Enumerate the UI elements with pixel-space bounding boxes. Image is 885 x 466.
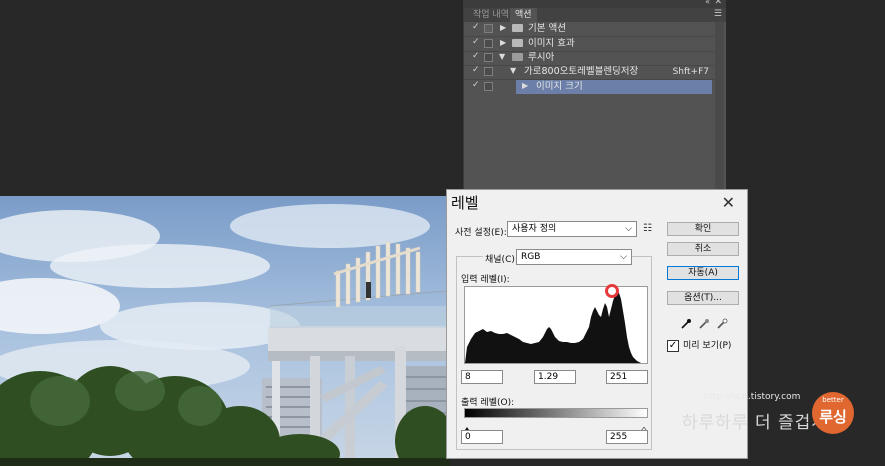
- preset-label: 사전 설정(E):: [455, 228, 507, 238]
- folder-icon: [512, 39, 523, 47]
- dialog-toggle-icon[interactable]: [484, 82, 493, 91]
- panel-top-bar: « ✕: [464, 0, 726, 8]
- preview-label: 미리 보기(P): [683, 341, 732, 351]
- chevron-down-icon: ⌵: [625, 224, 632, 234]
- auto-button[interactable]: 자동(A): [667, 266, 739, 280]
- screen: « ✕ 작업 내역 액션 ☰ ✓ ▶ 기본 액션 ✓ ▶ 이미지 효과 ✓ ▼ …: [0, 0, 885, 466]
- watermark-url: http://ucn.tistory.com: [704, 392, 801, 402]
- action-shortcut: Shft+F7: [672, 67, 709, 77]
- close-panel-icon[interactable]: ✕: [714, 0, 722, 7]
- input-black-field[interactable]: 8: [461, 370, 503, 384]
- black-eyedropper-icon[interactable]: [680, 318, 692, 330]
- check-icon[interactable]: ✓: [472, 65, 480, 75]
- collapse-triangle-icon[interactable]: ▼: [510, 66, 516, 75]
- collapse-triangle-icon[interactable]: ▼: [499, 52, 505, 61]
- selected-step-highlight[interactable]: ▶ 이미지 크기: [516, 80, 712, 94]
- check-icon[interactable]: ✓: [472, 37, 480, 47]
- tab-history[interactable]: 작업 내역: [468, 8, 514, 22]
- panel-menu-icon[interactable]: ☰: [714, 9, 722, 19]
- check-icon[interactable]: ✓: [472, 51, 480, 61]
- folder-icon: [512, 24, 523, 32]
- action-set-label: 루시아: [528, 52, 555, 63]
- preview-checkbox-row[interactable]: ✓ 미리 보기(P): [667, 340, 747, 354]
- channel-label: 채널(C):: [483, 252, 520, 265]
- dialog-toggle-icon[interactable]: [484, 53, 493, 62]
- expand-triangle-icon[interactable]: ▶: [500, 23, 506, 32]
- channel-select[interactable]: RGB ⌵: [516, 249, 632, 265]
- expand-triangle-icon[interactable]: ▶: [500, 38, 506, 47]
- ok-button[interactable]: 확인: [667, 222, 739, 236]
- action-set-label: 이미지 효과: [528, 38, 575, 49]
- dialog-title: 레벨: [451, 194, 479, 212]
- cancel-button[interactable]: 취소: [667, 242, 739, 256]
- logo-top-text: better: [822, 396, 844, 404]
- action-set-row[interactable]: ✓ ▶ 이미지 효과: [464, 37, 727, 51]
- histogram: [464, 284, 648, 364]
- preset-select[interactable]: 사용자 정의 ⌵: [507, 221, 637, 237]
- panel-scrollbar[interactable]: [715, 22, 724, 194]
- actions-panel: « ✕ 작업 내역 액션 ☰ ✓ ▶ 기본 액션 ✓ ▶ 이미지 효과 ✓ ▼ …: [463, 0, 726, 196]
- action-row[interactable]: ✓ ▼ 가로800오토레벨블렌딩저장 Shft+F7: [464, 65, 727, 79]
- input-white-field[interactable]: 251: [606, 370, 648, 384]
- action-set-row[interactable]: ✓ ▶ 기본 액션: [464, 22, 727, 36]
- collapse-panel-icon[interactable]: «: [705, 0, 710, 6]
- observation-tower-photo: [0, 196, 450, 466]
- panel-tabs: 작업 내역 액션 ☰: [464, 8, 726, 22]
- output-level-sliders[interactable]: [463, 419, 649, 434]
- output-levels-label: 출력 레벨(O):: [461, 398, 515, 408]
- histogram-graph: [465, 291, 641, 363]
- action-set-row[interactable]: ✓ ▼ 루시아: [464, 51, 727, 65]
- action-step-label: 이미지 크기: [536, 81, 583, 92]
- expand-triangle-icon[interactable]: ▶: [522, 81, 528, 90]
- preset-options-icon[interactable]: ☷: [643, 223, 652, 234]
- close-icon[interactable]: ✕: [722, 193, 735, 212]
- logo-main-text: 루싱: [819, 408, 847, 426]
- output-gradient: [464, 408, 648, 418]
- chevron-down-icon: ⌵: [620, 252, 627, 262]
- output-white-field[interactable]: 255: [606, 430, 648, 444]
- watermark-tagline: 하루하루 더 즐겁게: [682, 413, 828, 433]
- options-button[interactable]: 옵션(T)...: [667, 291, 739, 305]
- blog-logo: better 루싱: [812, 392, 854, 434]
- tab-actions[interactable]: 액션: [510, 8, 537, 22]
- dialog-toggle-icon[interactable]: [484, 39, 493, 48]
- action-label: 가로800오토레벨블렌딩저장: [524, 66, 639, 77]
- input-gamma-field[interactable]: 1.29: [534, 370, 576, 384]
- open-folder-icon: [512, 53, 523, 61]
- white-eyedropper-icon[interactable]: [716, 318, 728, 330]
- action-set-label: 기본 액션: [528, 23, 566, 34]
- output-black-field[interactable]: 0: [461, 430, 503, 444]
- check-icon[interactable]: ✓: [472, 22, 480, 32]
- input-levels-label: 입력 레벨(I):: [461, 275, 510, 285]
- preset-value: 사용자 정의: [512, 224, 557, 234]
- dialog-toggle-icon[interactable]: [484, 67, 493, 76]
- cursor-highlight: [605, 284, 619, 298]
- dialog-toggle-icon[interactable]: [484, 24, 493, 33]
- photo-canvas: [0, 196, 450, 466]
- gray-eyedropper-icon[interactable]: [698, 318, 710, 330]
- check-icon[interactable]: ✓: [472, 80, 480, 90]
- preview-checkbox[interactable]: ✓: [667, 340, 679, 352]
- channel-value: RGB: [521, 252, 541, 262]
